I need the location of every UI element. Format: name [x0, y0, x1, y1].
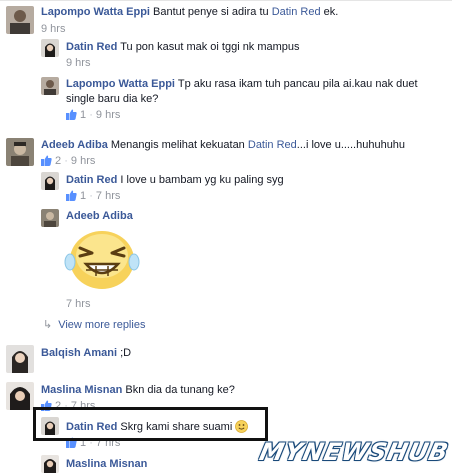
commenter-name[interactable]: Maslina Misnan [66, 458, 147, 470]
commenter-name[interactable]: Lapompo Watta Eppi [41, 6, 150, 18]
mention-link[interactable]: Datin Red [272, 6, 321, 18]
commenter-name[interactable]: Lapompo Watta Eppi [66, 78, 175, 90]
comment-body: Lapompo Watta Eppi Bantut penye si adira… [41, 5, 338, 20]
top-divider [0, 0, 452, 1]
reply-body: Datin Red Tu pon kasut mak oi tggi nk ma… [66, 40, 300, 55]
comment-text: Bkn dia da tunang ke? [125, 384, 235, 396]
view-more-replies-link[interactable]: ↳ View more replies [43, 318, 145, 331]
reply-arrow-icon: ↳ [43, 319, 53, 331]
avatar[interactable] [6, 138, 34, 166]
avatar[interactable] [41, 77, 59, 95]
reply-text: I love u bambam yg ku paling syg [120, 174, 284, 186]
avatar[interactable] [41, 455, 59, 473]
reply-meta: 1 · 9 hrs [66, 109, 120, 122]
highlight-box [33, 407, 268, 441]
avatar[interactable] [41, 172, 59, 190]
reply-body: Maslina Misnan [66, 457, 147, 472]
reply-body: Datin Red I love u bambam yg ku paling s… [66, 173, 284, 188]
reply-time[interactable]: 9 hrs [66, 57, 90, 70]
reply-text: Tu pon kasut mak oi tggi nk mampus [120, 41, 300, 53]
avatar[interactable] [6, 345, 34, 373]
avatar[interactable] [41, 209, 59, 227]
thumbs-up-icon [66, 190, 77, 201]
commenter-name[interactable]: Datin Red [66, 41, 117, 53]
like-count[interactable]: 2 [55, 155, 61, 167]
reply-text-line2: single baru dia ke? [66, 93, 159, 105]
watermark-logo: MYNEWSHUB [256, 438, 451, 466]
reply-meta: 1 · 7 hrs [66, 190, 120, 203]
comment-text-tail: ...i love u.....huhuhuhu [296, 139, 406, 151]
comment-text: ;D [120, 347, 132, 359]
reply-body: Adeeb Adiba [66, 209, 133, 224]
avatar[interactable] [6, 382, 34, 410]
comment-text: Menangis melihat kekuatan [110, 139, 245, 151]
comment-meta: 2 · 9 hrs [41, 155, 95, 168]
commenter-name[interactable]: Datin Red [66, 174, 117, 186]
view-more-label: View more replies [58, 319, 146, 331]
reply-body: Lapompo Watta Eppi Tp aku rasa ikam tuh … [66, 77, 418, 92]
thumbs-up-icon [41, 155, 52, 166]
avatar[interactable] [6, 6, 34, 34]
commenter-name[interactable]: Balqish Amani [41, 347, 117, 359]
mention-link[interactable]: Datin Red [248, 139, 297, 151]
reply-time[interactable]: 9 hrs [96, 109, 120, 121]
reply-time[interactable]: 7 hrs [66, 298, 90, 311]
comment-text: Bantut penye si adira tu [153, 6, 269, 18]
commenter-name[interactable]: Adeeb Adiba [41, 139, 108, 151]
comment-body: Adeeb Adiba Menangis melihat kekuatan Da… [41, 138, 405, 153]
like-count[interactable]: 1 [80, 190, 86, 202]
comment-time[interactable]: 9 hrs [71, 155, 95, 167]
commenter-name[interactable]: Adeeb Adiba [66, 210, 133, 222]
comment-body: Balqish Amani ;D [41, 346, 131, 361]
reply-time[interactable]: 7 hrs [96, 190, 120, 202]
crying-laughing-sticker[interactable] [64, 226, 140, 292]
reply-text: Tp aku rasa ikam tuh pancau pila ai.kau … [177, 78, 418, 90]
commenter-name[interactable]: Maslina Misnan [41, 384, 122, 396]
like-count[interactable]: 1 [80, 109, 86, 121]
comment-text-tail: ek. [323, 6, 339, 18]
avatar[interactable] [41, 39, 59, 57]
comment-time[interactable]: 9 hrs [41, 23, 65, 36]
comment-body: Maslina Misnan Bkn dia da tunang ke? [41, 383, 235, 398]
thumbs-up-icon [66, 109, 77, 120]
